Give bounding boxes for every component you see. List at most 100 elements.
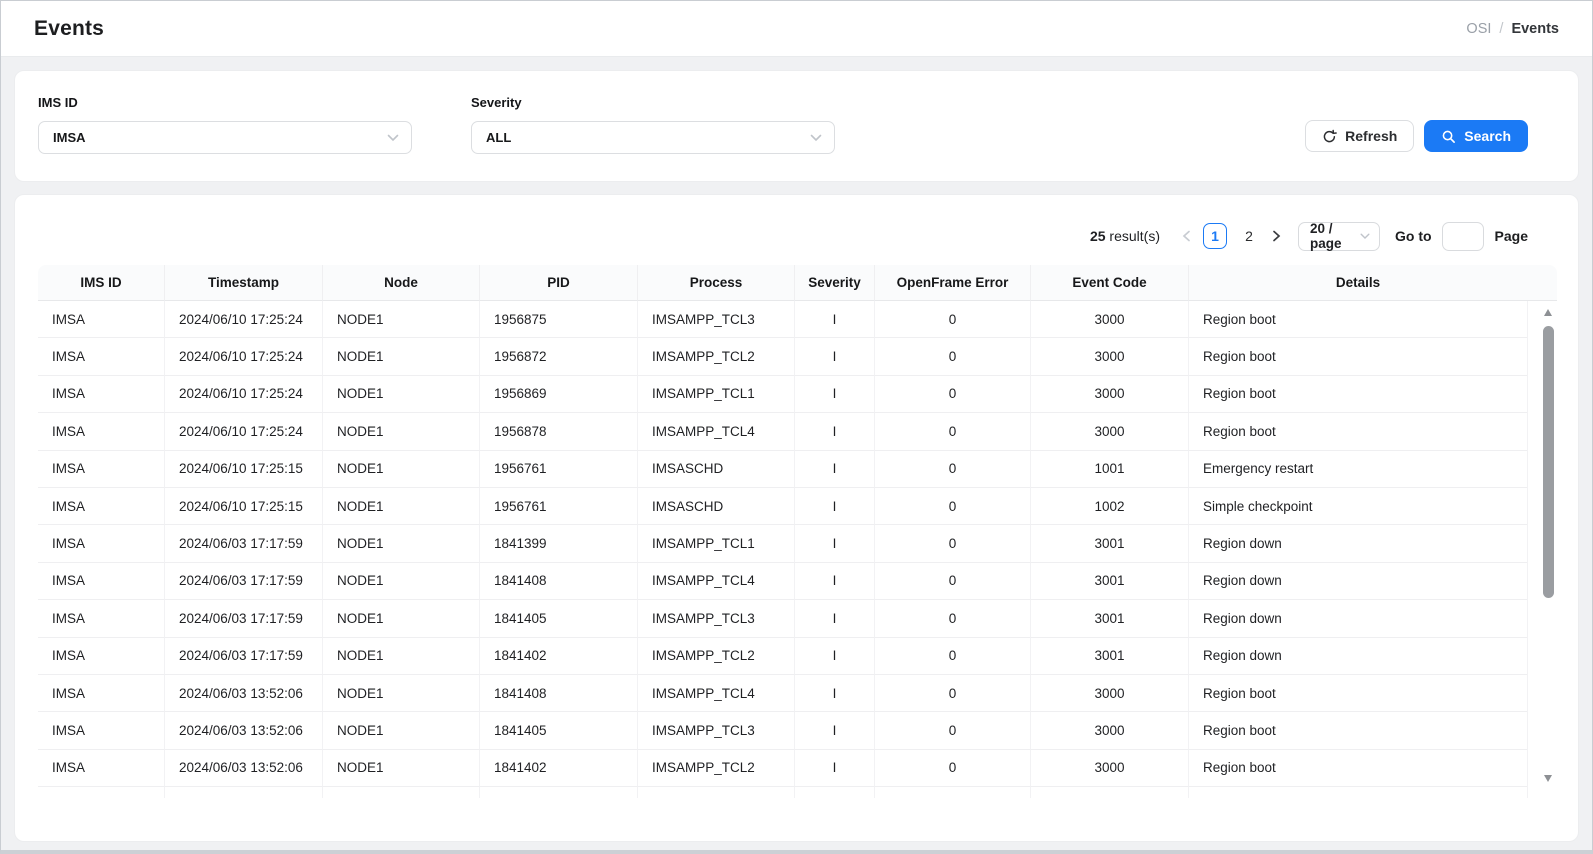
cell-node: NODE1: [322, 675, 479, 712]
cell-details: Region boot: [1188, 712, 1527, 749]
cell-pid: [479, 787, 637, 798]
table-row[interactable]: IMSA2024/06/03 17:17:59NODE11841408IMSAM…: [38, 563, 1557, 600]
column-header-openframe-error: OpenFrame Error: [874, 265, 1030, 301]
table-row[interactable]: IMSA2024/06/10 17:25:15NODE11956761IMSAS…: [38, 488, 1557, 525]
cell-severity: I: [794, 600, 874, 637]
cell-pid: 1841408: [479, 675, 637, 712]
cell-process: IMSAMPP_TCL4: [637, 563, 794, 600]
search-button[interactable]: Search: [1424, 120, 1528, 152]
cell-severity: [794, 787, 874, 798]
scrollbar-thumb[interactable]: [1543, 326, 1554, 598]
cell-details: Region down: [1188, 600, 1527, 637]
ims-id-selected-value: IMSA: [53, 130, 86, 145]
filter-panel: IMS ID IMSA Severity ALL Refresh: [14, 70, 1579, 182]
table-row[interactable]: IMSA2024/06/03 17:17:59NODE11841405IMSAM…: [38, 600, 1557, 637]
column-header-timestamp: Timestamp: [164, 265, 322, 301]
cell-timestamp: 2024/06/10 17:25:15: [164, 488, 322, 525]
breadcrumb-parent[interactable]: OSI: [1466, 21, 1491, 37]
next-page-button[interactable]: [1266, 223, 1288, 249]
table-row[interactable]: IMSA2024/06/10 17:25:24NODE11956872IMSAM…: [38, 338, 1557, 375]
scroll-up-icon[interactable]: [1544, 309, 1552, 316]
cell-process: IMSAMPP_TCL1: [637, 376, 794, 413]
goto-page-input[interactable]: [1442, 222, 1484, 251]
cell-openframe-error: 0: [874, 600, 1030, 637]
cell-event-code: 3000: [1030, 712, 1188, 749]
cell-details: Region down: [1188, 638, 1527, 675]
refresh-button[interactable]: Refresh: [1305, 120, 1414, 152]
cell-pid: 1841408: [479, 563, 637, 600]
breadcrumb: OSI / Events: [1466, 21, 1559, 37]
cell-openframe-error: 0: [874, 638, 1030, 675]
cell-pid: 1956761: [479, 451, 637, 488]
cell-ims-id: IMSA: [38, 675, 164, 712]
cell-process: IMSAMPP_TCL1: [637, 525, 794, 562]
cell-pid: 1956875: [479, 301, 637, 338]
cell-pid: 1841405: [479, 600, 637, 637]
table-row[interactable]: IMSA2024/06/10 17:25:15NODE11956761IMSAS…: [38, 451, 1557, 488]
cell-openframe-error: 0: [874, 413, 1030, 450]
severity-label: Severity: [471, 95, 835, 110]
cell-severity: I: [794, 525, 874, 562]
cell-ims-id: IMSA: [38, 712, 164, 749]
cell-severity: I: [794, 712, 874, 749]
events-table: IMS IDTimestampNodePIDProcessSeverityOpe…: [38, 265, 1557, 798]
cell-details: Region boot: [1188, 376, 1527, 413]
cell-process: [637, 787, 794, 798]
table-row[interactable]: IMSA2024/06/03 13:52:06NODE11841402IMSAM…: [38, 750, 1557, 787]
cell-node: NODE1: [322, 338, 479, 375]
severity-select[interactable]: ALL: [471, 121, 835, 154]
cell-process: IMSAMPP_TCL4: [637, 413, 794, 450]
page-size-select[interactable]: 20 / page: [1298, 222, 1380, 251]
cell-node: NODE1: [322, 750, 479, 787]
pagination-bar: 25 result(s) 1 2 20 / page Go to Page: [38, 221, 1528, 251]
cell-ims-id: [38, 787, 164, 798]
cell-pid: 1956869: [479, 376, 637, 413]
cell-openframe-error: 0: [874, 675, 1030, 712]
cell-node: NODE1: [322, 376, 479, 413]
filter-ims-id: IMS ID IMSA: [38, 95, 412, 154]
page-label: Page: [1495, 228, 1528, 244]
scroll-down-icon[interactable]: [1544, 775, 1552, 782]
table-row[interactable]: IMSA2024/06/03 13:52:06NODE11841405IMSAM…: [38, 712, 1557, 749]
page-button-1[interactable]: 1: [1203, 223, 1227, 249]
table-row[interactable]: IMSA2024/06/10 17:25:24NODE11956878IMSAM…: [38, 413, 1557, 450]
severity-selected-value: ALL: [486, 130, 511, 145]
cell-process: IMSAMPP_TCL2: [637, 338, 794, 375]
cell-process: IMSAMPP_TCL3: [637, 712, 794, 749]
prev-page-button[interactable]: [1176, 223, 1198, 249]
cell-timestamp: 2024/06/10 17:25:24: [164, 301, 322, 338]
filter-severity: Severity ALL: [471, 95, 835, 154]
cell-pid: 1956761: [479, 488, 637, 525]
cell-details: Region down: [1188, 563, 1527, 600]
ims-id-select[interactable]: IMSA: [38, 121, 412, 154]
cell-pid: 1956872: [479, 338, 637, 375]
cell-pid: 1841399: [479, 525, 637, 562]
cell-details: Region boot: [1188, 750, 1527, 787]
cell-node: NODE1: [322, 413, 479, 450]
cell-event-code: 3001: [1030, 600, 1188, 637]
cell-event-code: 3000: [1030, 750, 1188, 787]
table-header-row: IMS IDTimestampNodePIDProcessSeverityOpe…: [38, 265, 1557, 301]
cell-details: Emergency restart: [1188, 451, 1527, 488]
table-row[interactable]: IMSA2024/06/10 17:25:24NODE11956875IMSAM…: [38, 301, 1557, 338]
column-header-ims-id: IMS ID: [38, 265, 164, 301]
cell-ims-id: IMSA: [38, 563, 164, 600]
cell-event-code: 3000: [1030, 376, 1188, 413]
table-row[interactable]: IMSA2024/06/10 17:25:24NODE11956869IMSAM…: [38, 376, 1557, 413]
cell-event-code: 3001: [1030, 525, 1188, 562]
page-title: Events: [34, 17, 104, 41]
table-row[interactable]: IMSA2024/06/03 17:17:59NODE11841399IMSAM…: [38, 525, 1557, 562]
column-header-severity: Severity: [794, 265, 874, 301]
table-row[interactable]: IMSA2024/06/03 17:17:59NODE11841402IMSAM…: [38, 638, 1557, 675]
cell-event-code: [1030, 787, 1188, 798]
breadcrumb-current: Events: [1511, 21, 1559, 37]
cell-timestamp: 2024/06/03 17:17:59: [164, 525, 322, 562]
page-button-2[interactable]: 2: [1237, 223, 1261, 249]
cell-process: IMSASCHD: [637, 451, 794, 488]
cell-openframe-error: [874, 787, 1030, 798]
table-row[interactable]: IMSA2024/06/03 13:52:06NODE11841408IMSAM…: [38, 675, 1557, 712]
cell-timestamp: 2024/06/03 13:52:06: [164, 712, 322, 749]
table-row[interactable]: [38, 787, 1557, 798]
cell-ims-id: IMSA: [38, 750, 164, 787]
cell-details: Region boot: [1188, 338, 1527, 375]
